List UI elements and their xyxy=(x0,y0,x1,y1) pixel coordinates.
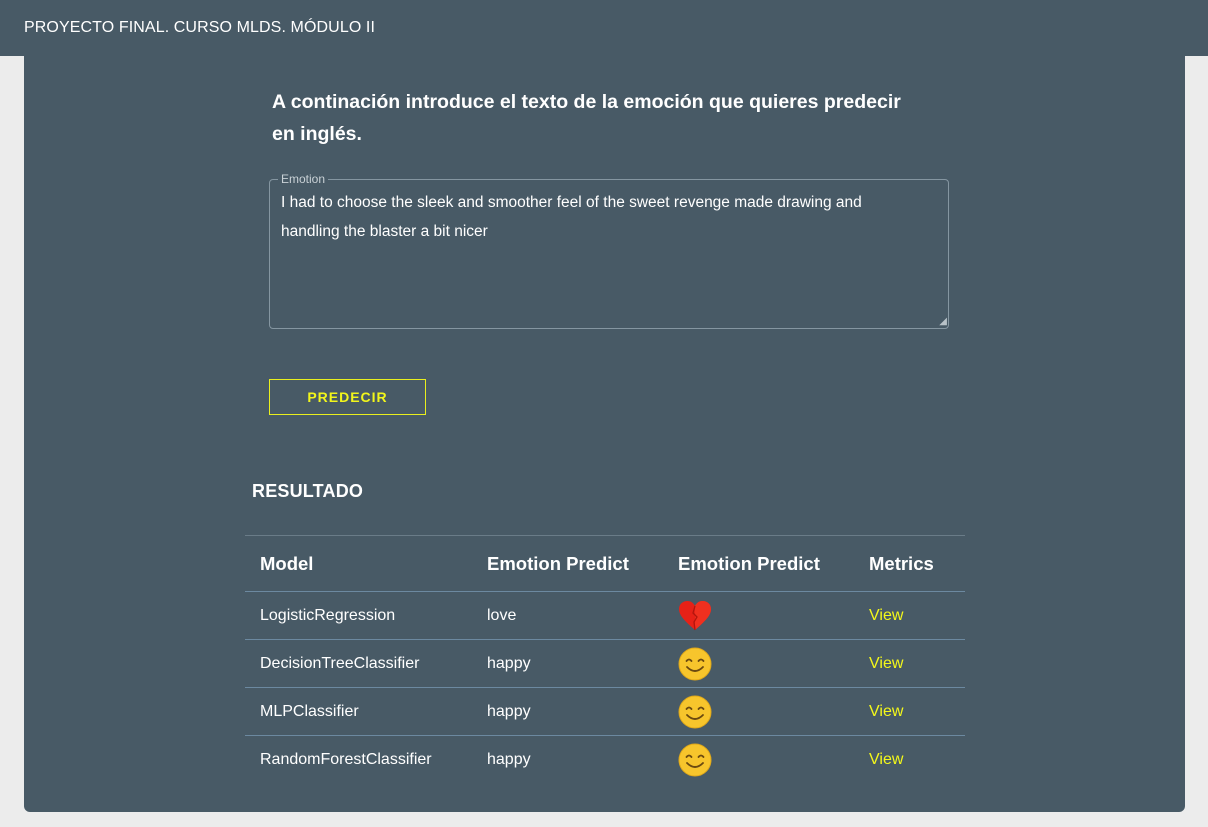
emotion-textarea[interactable]: Emotion I had to choose the sleek and sm… xyxy=(269,172,949,329)
smiley-icon xyxy=(678,688,712,735)
emotion-field-value[interactable]: I had to choose the sleek and smoother f… xyxy=(281,188,921,246)
emotion-field-label: Emotion xyxy=(278,172,329,186)
table-row: LogisticRegression love View xyxy=(245,592,965,640)
table-row: MLPClassifier happy View xyxy=(245,688,965,736)
model-name: LogisticRegression xyxy=(260,606,396,624)
table-row: RandomForestClassifier happy View xyxy=(245,736,965,784)
column-header-emotion: Emotion Predict xyxy=(487,552,629,574)
column-header-metrics: Metrics xyxy=(869,552,934,574)
view-metrics-link[interactable]: View xyxy=(869,592,903,639)
smiley-icon xyxy=(678,736,712,784)
model-name: DecisionTreeClassifier xyxy=(260,654,420,672)
column-header-emotion-icon: Emotion Predict xyxy=(678,552,820,574)
heart-icon xyxy=(678,592,712,639)
table-header-row: Model Emotion Predict Emotion Predict Me… xyxy=(245,536,965,592)
emotion-label: happy xyxy=(487,702,531,720)
model-name: MLPClassifier xyxy=(260,702,359,720)
view-metrics-link[interactable]: View xyxy=(869,736,903,784)
results-title: RESULTADO xyxy=(252,481,364,501)
view-metrics-link[interactable]: View xyxy=(869,688,903,735)
form-heading-line2: en inglés. xyxy=(272,123,362,145)
results-table: Model Emotion Predict Emotion Predict Me… xyxy=(245,535,965,784)
form-heading-line1: A continación introduce el texto de la e… xyxy=(272,91,901,113)
form-heading: A continación introduce el texto de la e… xyxy=(272,86,912,150)
predict-button[interactable]: PREDECIR xyxy=(269,379,426,415)
smiley-icon xyxy=(678,640,712,687)
view-metrics-link[interactable]: View xyxy=(869,640,903,687)
app-title: PROYECTO FINAL. CURSO MLDS. MÓDULO II xyxy=(24,19,376,36)
emotion-label: love xyxy=(487,606,517,624)
emotion-label: happy xyxy=(487,654,531,672)
resize-handle-icon[interactable]: ◢ xyxy=(937,317,947,327)
table-row: DecisionTreeClassifier happy View xyxy=(245,640,965,688)
app-bar: PROYECTO FINAL. CURSO MLDS. MÓDULO II xyxy=(0,0,1208,56)
emotion-label: happy xyxy=(487,751,531,768)
column-header-model: Model xyxy=(260,552,314,574)
model-name: RandomForestClassifier xyxy=(260,751,432,768)
